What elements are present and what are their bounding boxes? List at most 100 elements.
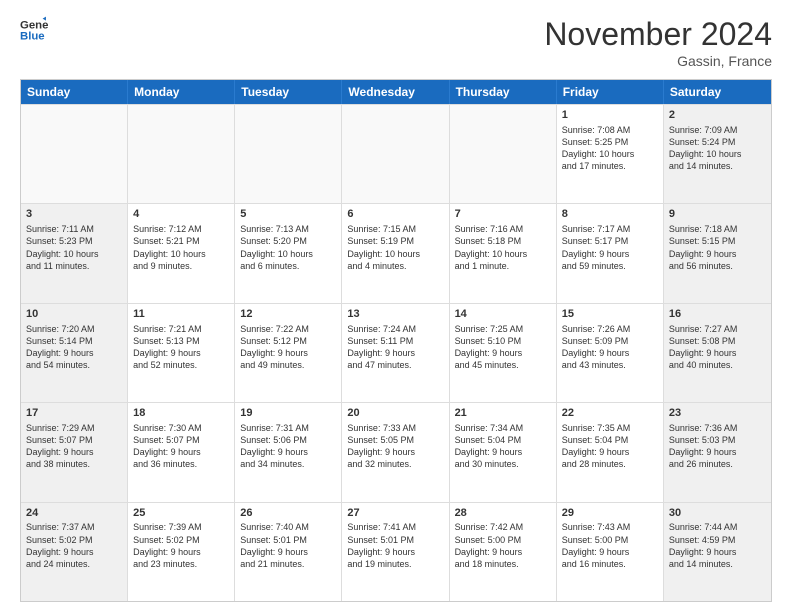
calendar-cell: 17Sunrise: 7:29 AM Sunset: 5:07 PM Dayli… bbox=[21, 403, 128, 501]
calendar: SundayMondayTuesdayWednesdayThursdayFrid… bbox=[20, 79, 772, 602]
calendar-cell: 12Sunrise: 7:22 AM Sunset: 5:12 PM Dayli… bbox=[235, 304, 342, 402]
calendar-cell: 6Sunrise: 7:15 AM Sunset: 5:19 PM Daylig… bbox=[342, 204, 449, 302]
cell-text: Sunrise: 7:20 AM Sunset: 5:14 PM Dayligh… bbox=[26, 323, 122, 372]
day-number: 7 bbox=[455, 207, 551, 222]
day-number: 22 bbox=[562, 406, 658, 421]
cell-text: Sunrise: 7:35 AM Sunset: 5:04 PM Dayligh… bbox=[562, 422, 658, 471]
cell-text: Sunrise: 7:27 AM Sunset: 5:08 PM Dayligh… bbox=[669, 323, 766, 372]
calendar-cell: 3Sunrise: 7:11 AM Sunset: 5:23 PM Daylig… bbox=[21, 204, 128, 302]
svg-text:Blue: Blue bbox=[20, 31, 45, 43]
calendar-cell: 22Sunrise: 7:35 AM Sunset: 5:04 PM Dayli… bbox=[557, 403, 664, 501]
weekday-header: Saturday bbox=[664, 80, 771, 104]
calendar-row: 17Sunrise: 7:29 AM Sunset: 5:07 PM Dayli… bbox=[21, 402, 771, 501]
calendar-cell: 11Sunrise: 7:21 AM Sunset: 5:13 PM Dayli… bbox=[128, 304, 235, 402]
day-number: 19 bbox=[240, 406, 336, 421]
day-number: 3 bbox=[26, 207, 122, 222]
calendar-row: 24Sunrise: 7:37 AM Sunset: 5:02 PM Dayli… bbox=[21, 502, 771, 601]
calendar-cell: 10Sunrise: 7:20 AM Sunset: 5:14 PM Dayli… bbox=[21, 304, 128, 402]
cell-text: Sunrise: 7:41 AM Sunset: 5:01 PM Dayligh… bbox=[347, 521, 443, 570]
calendar-cell: 18Sunrise: 7:30 AM Sunset: 5:07 PM Dayli… bbox=[128, 403, 235, 501]
cell-text: Sunrise: 7:44 AM Sunset: 4:59 PM Dayligh… bbox=[669, 521, 766, 570]
day-number: 4 bbox=[133, 207, 229, 222]
calendar-cell: 8Sunrise: 7:17 AM Sunset: 5:17 PM Daylig… bbox=[557, 204, 664, 302]
month-title: November 2024 bbox=[544, 16, 772, 53]
day-number: 15 bbox=[562, 307, 658, 322]
calendar-cell: 2Sunrise: 7:09 AM Sunset: 5:24 PM Daylig… bbox=[664, 105, 771, 203]
cell-text: Sunrise: 7:22 AM Sunset: 5:12 PM Dayligh… bbox=[240, 323, 336, 372]
calendar-cell bbox=[21, 105, 128, 203]
cell-text: Sunrise: 7:30 AM Sunset: 5:07 PM Dayligh… bbox=[133, 422, 229, 471]
weekday-header: Friday bbox=[557, 80, 664, 104]
cell-text: Sunrise: 7:37 AM Sunset: 5:02 PM Dayligh… bbox=[26, 521, 122, 570]
day-number: 2 bbox=[669, 108, 766, 123]
calendar-cell: 27Sunrise: 7:41 AM Sunset: 5:01 PM Dayli… bbox=[342, 503, 449, 601]
calendar-cell: 19Sunrise: 7:31 AM Sunset: 5:06 PM Dayli… bbox=[235, 403, 342, 501]
cell-text: Sunrise: 7:33 AM Sunset: 5:05 PM Dayligh… bbox=[347, 422, 443, 471]
logo: General Blue bbox=[20, 16, 48, 44]
calendar-cell: 20Sunrise: 7:33 AM Sunset: 5:05 PM Dayli… bbox=[342, 403, 449, 501]
day-number: 29 bbox=[562, 506, 658, 521]
calendar-cell: 28Sunrise: 7:42 AM Sunset: 5:00 PM Dayli… bbox=[450, 503, 557, 601]
calendar-cell: 30Sunrise: 7:44 AM Sunset: 4:59 PM Dayli… bbox=[664, 503, 771, 601]
calendar-cell: 1Sunrise: 7:08 AM Sunset: 5:25 PM Daylig… bbox=[557, 105, 664, 203]
calendar-cell bbox=[235, 105, 342, 203]
day-number: 6 bbox=[347, 207, 443, 222]
cell-text: Sunrise: 7:24 AM Sunset: 5:11 PM Dayligh… bbox=[347, 323, 443, 372]
weekday-header: Monday bbox=[128, 80, 235, 104]
calendar-cell: 5Sunrise: 7:13 AM Sunset: 5:20 PM Daylig… bbox=[235, 204, 342, 302]
cell-text: Sunrise: 7:18 AM Sunset: 5:15 PM Dayligh… bbox=[669, 223, 766, 272]
calendar-row: 1Sunrise: 7:08 AM Sunset: 5:25 PM Daylig… bbox=[21, 104, 771, 203]
cell-text: Sunrise: 7:16 AM Sunset: 5:18 PM Dayligh… bbox=[455, 223, 551, 272]
day-number: 27 bbox=[347, 506, 443, 521]
day-number: 24 bbox=[26, 506, 122, 521]
day-number: 12 bbox=[240, 307, 336, 322]
cell-text: Sunrise: 7:11 AM Sunset: 5:23 PM Dayligh… bbox=[26, 223, 122, 272]
cell-text: Sunrise: 7:31 AM Sunset: 5:06 PM Dayligh… bbox=[240, 422, 336, 471]
calendar-cell: 4Sunrise: 7:12 AM Sunset: 5:21 PM Daylig… bbox=[128, 204, 235, 302]
cell-text: Sunrise: 7:40 AM Sunset: 5:01 PM Dayligh… bbox=[240, 521, 336, 570]
calendar-cell: 13Sunrise: 7:24 AM Sunset: 5:11 PM Dayli… bbox=[342, 304, 449, 402]
calendar-cell: 15Sunrise: 7:26 AM Sunset: 5:09 PM Dayli… bbox=[557, 304, 664, 402]
day-number: 11 bbox=[133, 307, 229, 322]
cell-text: Sunrise: 7:36 AM Sunset: 5:03 PM Dayligh… bbox=[669, 422, 766, 471]
day-number: 30 bbox=[669, 506, 766, 521]
cell-text: Sunrise: 7:42 AM Sunset: 5:00 PM Dayligh… bbox=[455, 521, 551, 570]
calendar-cell: 29Sunrise: 7:43 AM Sunset: 5:00 PM Dayli… bbox=[557, 503, 664, 601]
cell-text: Sunrise: 7:34 AM Sunset: 5:04 PM Dayligh… bbox=[455, 422, 551, 471]
calendar-cell: 14Sunrise: 7:25 AM Sunset: 5:10 PM Dayli… bbox=[450, 304, 557, 402]
weekday-header: Sunday bbox=[21, 80, 128, 104]
calendar-header: SundayMondayTuesdayWednesdayThursdayFrid… bbox=[21, 80, 771, 104]
calendar-cell: 9Sunrise: 7:18 AM Sunset: 5:15 PM Daylig… bbox=[664, 204, 771, 302]
day-number: 1 bbox=[562, 108, 658, 123]
day-number: 5 bbox=[240, 207, 336, 222]
day-number: 28 bbox=[455, 506, 551, 521]
day-number: 23 bbox=[669, 406, 766, 421]
day-number: 10 bbox=[26, 307, 122, 322]
location: Gassin, France bbox=[544, 53, 772, 69]
calendar-body: 1Sunrise: 7:08 AM Sunset: 5:25 PM Daylig… bbox=[21, 104, 771, 601]
day-number: 21 bbox=[455, 406, 551, 421]
calendar-row: 3Sunrise: 7:11 AM Sunset: 5:23 PM Daylig… bbox=[21, 203, 771, 302]
calendar-cell: 23Sunrise: 7:36 AM Sunset: 5:03 PM Dayli… bbox=[664, 403, 771, 501]
day-number: 25 bbox=[133, 506, 229, 521]
calendar-cell: 16Sunrise: 7:27 AM Sunset: 5:08 PM Dayli… bbox=[664, 304, 771, 402]
page: General Blue November 2024 Gassin, Franc… bbox=[0, 0, 792, 612]
cell-text: Sunrise: 7:25 AM Sunset: 5:10 PM Dayligh… bbox=[455, 323, 551, 372]
cell-text: Sunrise: 7:17 AM Sunset: 5:17 PM Dayligh… bbox=[562, 223, 658, 272]
weekday-header: Tuesday bbox=[235, 80, 342, 104]
svg-text:General: General bbox=[20, 19, 48, 31]
day-number: 26 bbox=[240, 506, 336, 521]
day-number: 13 bbox=[347, 307, 443, 322]
cell-text: Sunrise: 7:39 AM Sunset: 5:02 PM Dayligh… bbox=[133, 521, 229, 570]
calendar-cell bbox=[128, 105, 235, 203]
cell-text: Sunrise: 7:26 AM Sunset: 5:09 PM Dayligh… bbox=[562, 323, 658, 372]
logo-icon: General Blue bbox=[20, 16, 48, 44]
calendar-cell: 21Sunrise: 7:34 AM Sunset: 5:04 PM Dayli… bbox=[450, 403, 557, 501]
calendar-cell: 7Sunrise: 7:16 AM Sunset: 5:18 PM Daylig… bbox=[450, 204, 557, 302]
day-number: 14 bbox=[455, 307, 551, 322]
weekday-header: Thursday bbox=[450, 80, 557, 104]
cell-text: Sunrise: 7:15 AM Sunset: 5:19 PM Dayligh… bbox=[347, 223, 443, 272]
day-number: 18 bbox=[133, 406, 229, 421]
calendar-cell: 24Sunrise: 7:37 AM Sunset: 5:02 PM Dayli… bbox=[21, 503, 128, 601]
calendar-row: 10Sunrise: 7:20 AM Sunset: 5:14 PM Dayli… bbox=[21, 303, 771, 402]
